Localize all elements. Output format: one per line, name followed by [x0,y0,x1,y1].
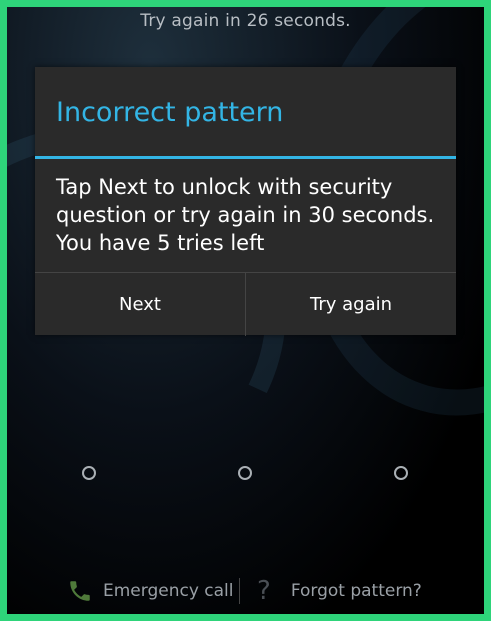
question-icon: ? [257,576,271,606]
emergency-call-label: Emergency call [103,581,234,601]
pattern-dot[interactable] [238,466,252,480]
forgot-pattern-button[interactable]: ? Forgot pattern? [257,573,422,609]
pattern-dot[interactable] [82,466,96,480]
try-again-button[interactable]: Try again [246,273,456,336]
dialog-title: Incorrect pattern [56,97,284,128]
pattern-dot[interactable] [394,466,408,480]
phone-icon [70,581,90,601]
device-frame: Try again in 26 seconds. Incorrect patte… [0,0,491,621]
incorrect-pattern-dialog: Incorrect pattern Tap Next to unlock wit… [35,67,456,336]
forgot-pattern-label: Forgot pattern? [290,581,422,601]
footer-divider [239,578,240,604]
dialog-button-bar: Next Try again [35,272,456,336]
lock-screen: Try again in 26 seconds. Incorrect patte… [7,7,484,614]
dialog-title-divider [35,156,456,159]
dialog-message: Tap Next to unlock with security questio… [56,175,435,255]
lockout-status-text: Try again in 26 seconds. [140,11,351,31]
lock-footer: Emergency call ? Forgot pattern? [7,573,484,609]
emergency-call-button[interactable]: Emergency call [67,573,234,609]
next-button[interactable]: Next [35,273,245,336]
